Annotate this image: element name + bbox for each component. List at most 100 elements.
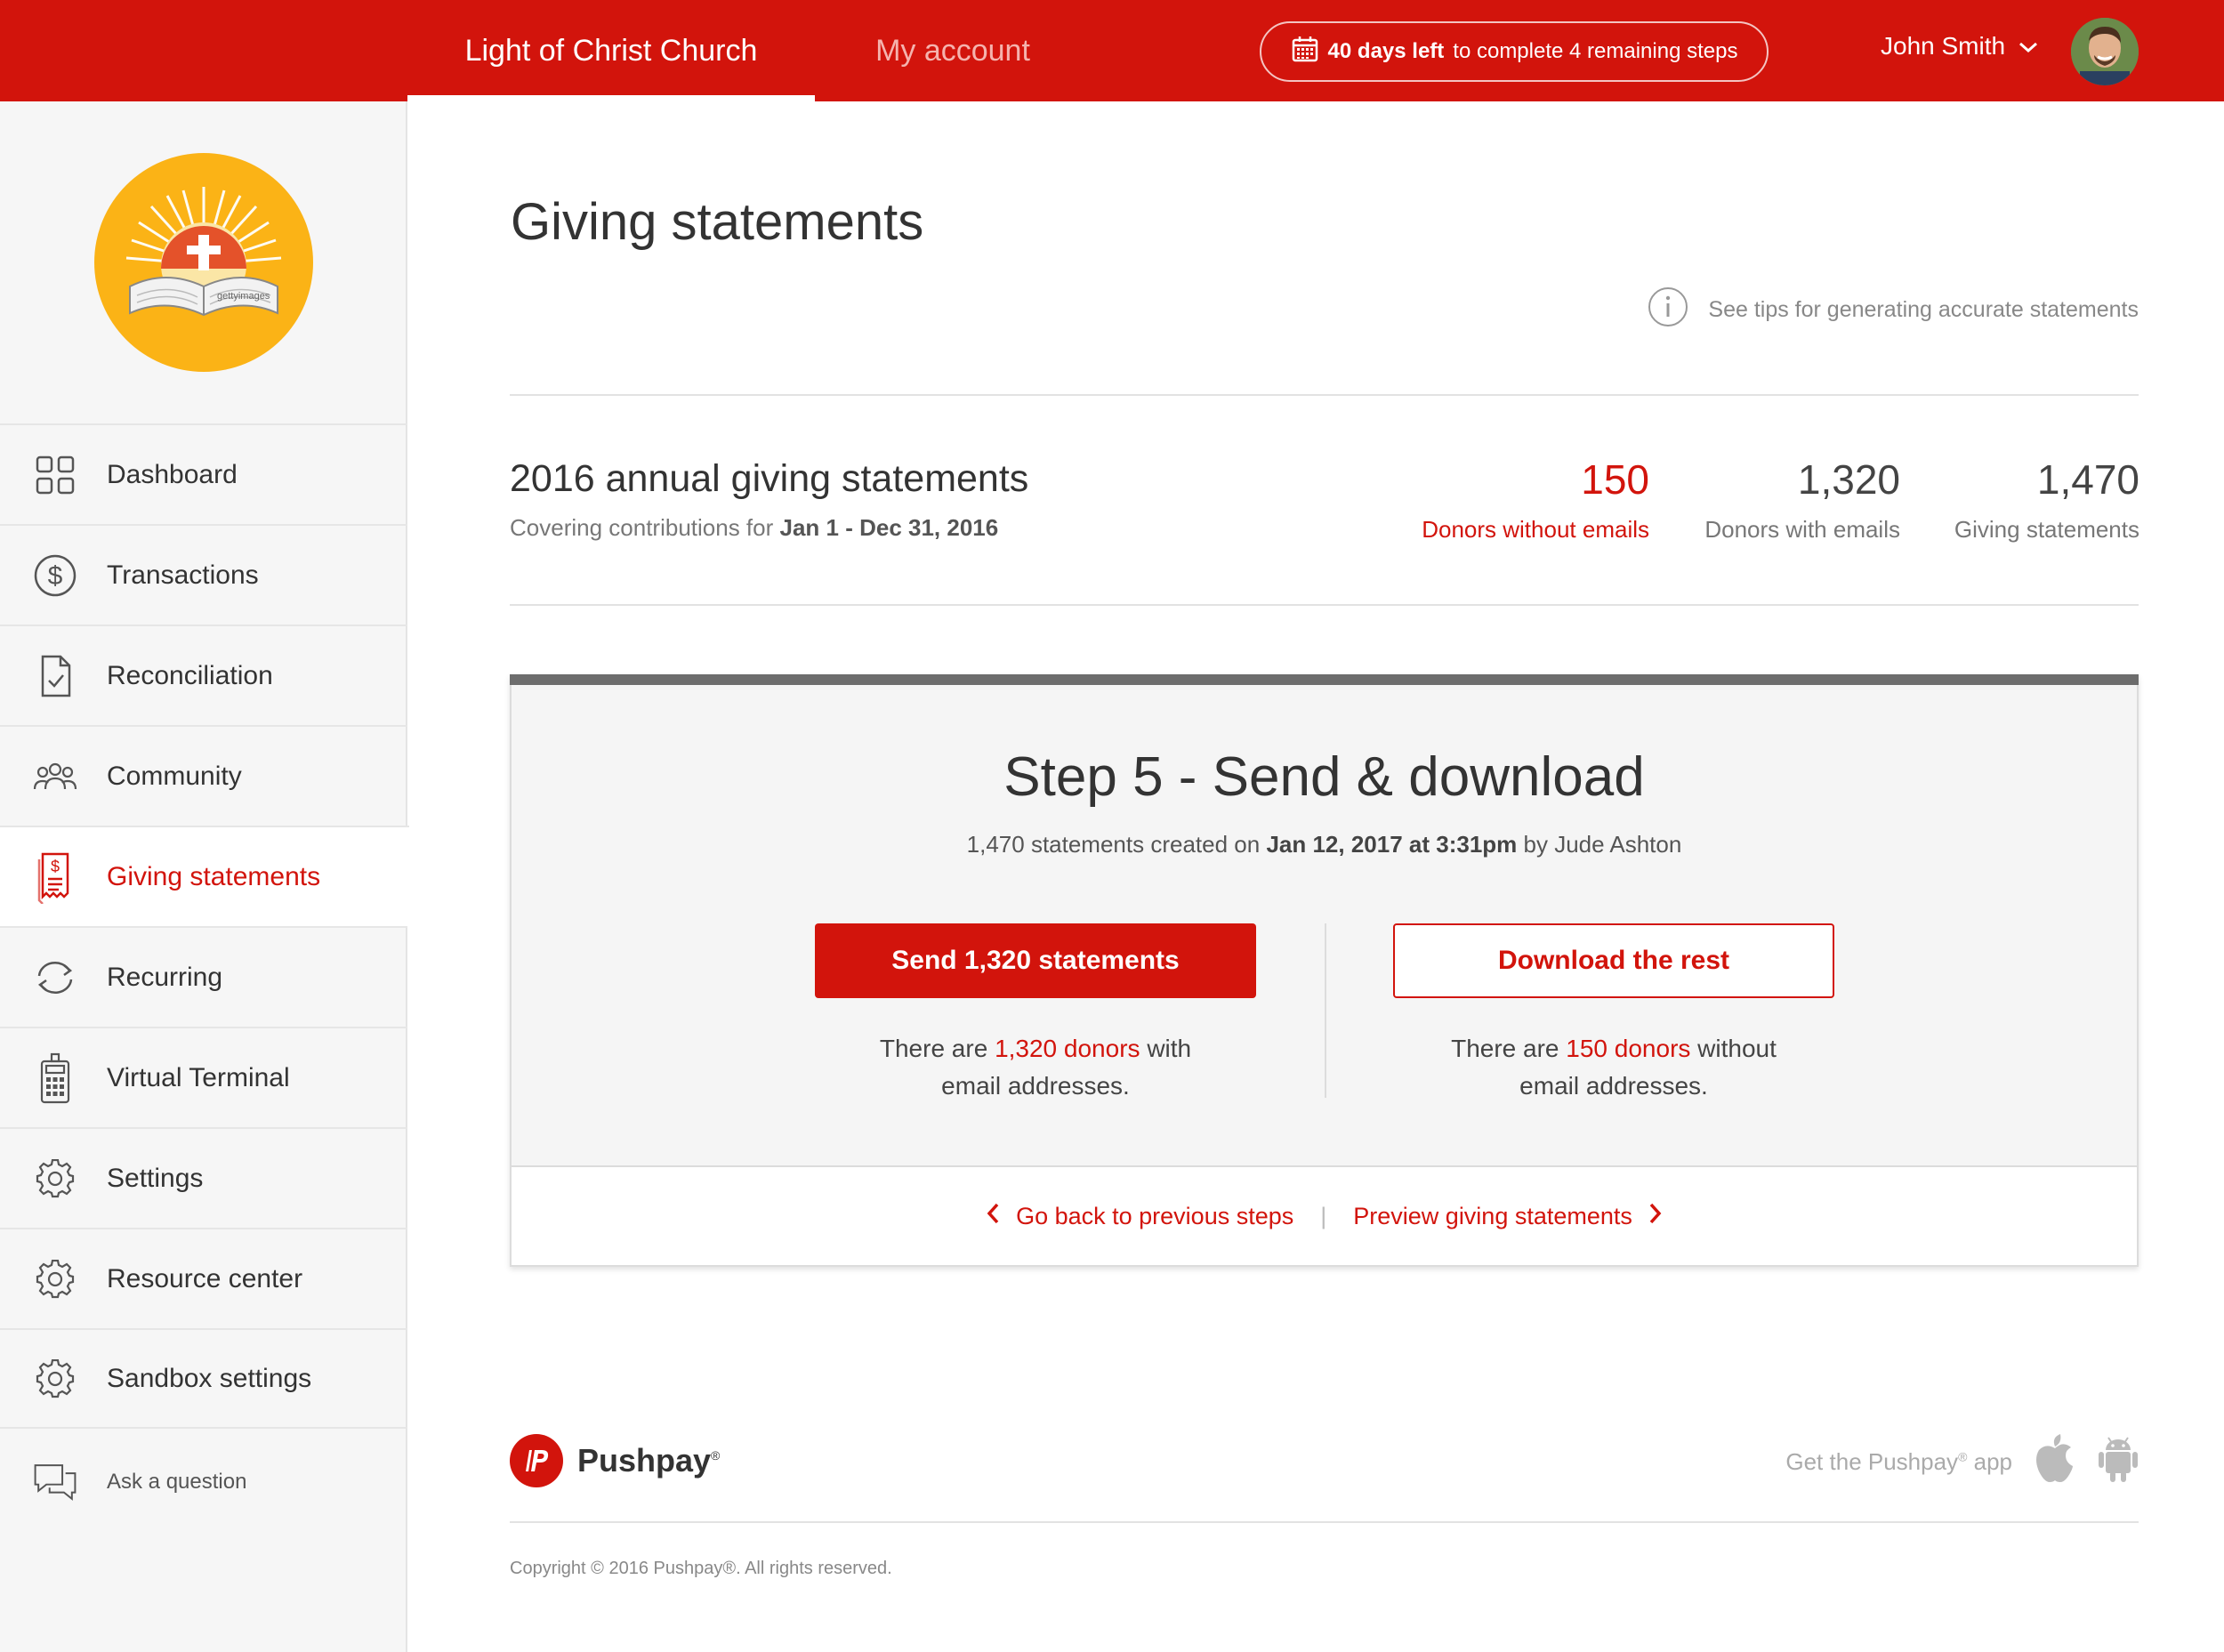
divider	[510, 394, 2139, 396]
apple-icon[interactable]	[2034, 1434, 2076, 1490]
stat-label: Donors with emails	[1704, 516, 1900, 543]
send-statements-button[interactable]: Send 1,320 statements	[815, 923, 1256, 998]
sidebar-item-reconciliation[interactable]: Reconciliation	[0, 625, 407, 725]
download-note-donors-link[interactable]: 150 donors	[1566, 1035, 1690, 1062]
pushpay-logo[interactable]: Pushpay®	[510, 1434, 720, 1487]
preview-link-label: Preview giving statements	[1353, 1202, 1632, 1229]
reg-mark: ®	[711, 1448, 721, 1463]
sidebar-item-virtual-terminal[interactable]: Virtual Terminal	[0, 1027, 407, 1127]
calendar-icon	[1291, 35, 1319, 69]
sidebar-item-recurring[interactable]: Recurring	[0, 926, 407, 1027]
stat-donors-without-emails: 150 Donors without emails	[1422, 455, 1649, 544]
days-left-banner[interactable]: 40 days left to complete 4 remaining ste…	[1260, 21, 1769, 82]
stat-donors-with-emails: 1,320 Donors with emails	[1704, 455, 1900, 544]
dollar-icon: $	[32, 552, 78, 599]
download-rest-button[interactable]: Download the rest	[1393, 923, 1834, 998]
footer-divider	[510, 1521, 2139, 1523]
sidebar-item-dashboard[interactable]: Dashboard	[0, 423, 407, 524]
sidebar-item-resource-center[interactable]: Resource center	[0, 1228, 407, 1328]
chevron-left-icon	[986, 1202, 1000, 1231]
covering-range: Jan 1 - Dec 31, 2016	[779, 514, 999, 541]
back-link-label: Go back to previous steps	[1016, 1202, 1294, 1229]
days-left-text: to complete 4 remaining steps	[1453, 39, 1738, 63]
user-menu[interactable]: John Smith	[1881, 32, 2039, 60]
page-title: Giving statements	[511, 193, 924, 251]
get-app-text: Get the Pushpay® app	[1785, 1448, 2012, 1476]
summary-covering: Covering contributions for Jan 1 - Dec 3…	[510, 514, 998, 542]
step-card-topbar	[510, 674, 2139, 685]
preview-link[interactable]: Preview giving statements	[1353, 1202, 1663, 1231]
document-check-icon	[32, 653, 78, 699]
sidebar-item-transactions[interactable]: $ Transactions	[0, 524, 407, 625]
pushpay-brand: Pushpay	[577, 1442, 712, 1479]
sidebar-item-label: Community	[107, 761, 242, 791]
download-note: There are 150 donors without email addre…	[1393, 1030, 1834, 1105]
chevron-right-icon	[1648, 1202, 1663, 1231]
info-icon	[1648, 286, 1688, 334]
gear-icon	[32, 1256, 78, 1302]
vertical-divider	[1325, 923, 1326, 1098]
send-note-donors-link[interactable]: 1,320 donors	[995, 1035, 1140, 1062]
grid-icon	[32, 452, 78, 498]
step-card: Step 5 - Send & download 1,470 statement…	[510, 674, 2139, 1267]
ask-question-label: Ask a question	[107, 1470, 247, 1494]
step-title: Step 5 - Send & download	[1003, 746, 1645, 808]
sidebar-item-label: Giving statements	[107, 861, 321, 891]
sidebar-item-settings[interactable]: Settings	[0, 1127, 407, 1228]
refresh-icon	[32, 955, 78, 1001]
terminal-icon	[32, 1052, 78, 1103]
top-navigation-bar: Light of Christ Church My account 40 day…	[0, 0, 2224, 101]
avatar[interactable]	[2071, 18, 2139, 85]
get-app-post: app	[1967, 1448, 2012, 1475]
created-date: Jan 12, 2017 at 3:31pm	[1266, 831, 1518, 858]
sidebar-item-label: Transactions	[107, 560, 259, 590]
stat-value: 1,320	[1797, 456, 1900, 503]
android-icon[interactable]	[2098, 1434, 2139, 1490]
sidebar-item-label: Recurring	[107, 962, 223, 992]
receipt-icon: $	[32, 852, 78, 904]
back-link[interactable]: Go back to previous steps	[986, 1202, 1293, 1231]
download-note-post: without	[1697, 1035, 1777, 1062]
divider	[510, 604, 2139, 606]
sidebar-item-label: Virtual Terminal	[107, 1062, 290, 1092]
sidebar-item-giving-statements[interactable]: $ Giving statements	[0, 826, 409, 926]
tab-my-account[interactable]: My account	[815, 0, 1091, 101]
sidebar-nav: Dashboard $ Transactions Reconciliation	[0, 423, 409, 1429]
send-note-pre: There are	[879, 1035, 988, 1062]
ask-question-link[interactable]: Ask a question	[32, 1459, 246, 1505]
people-icon	[32, 753, 78, 800]
gear-icon	[32, 1356, 78, 1402]
copyright-text: Copyright © 2016 Pushpay®. All rights re…	[510, 1559, 892, 1578]
sidebar-item-label: Settings	[107, 1163, 204, 1193]
pushpay-mark-icon	[510, 1434, 563, 1487]
sidebar-item-label: Resource center	[107, 1263, 303, 1293]
sidebar-item-sandbox-settings[interactable]: Sandbox settings	[0, 1328, 407, 1429]
stat-label: Donors without emails	[1422, 516, 1649, 543]
user-name: John Smith	[1881, 32, 2006, 60]
send-note: There are 1,320 donors with email addres…	[815, 1030, 1256, 1105]
stat-value: 1,470	[2036, 456, 2139, 503]
sidebar: gettyimages Dashboard $ Transactions Rec…	[0, 101, 409, 1652]
pushpay-wordmark: Pushpay®	[577, 1442, 720, 1479]
chat-bubbles-icon	[32, 1459, 78, 1505]
sidebar-item-label: Dashboard	[107, 459, 238, 489]
tips-link[interactable]: See tips for generating accurate stateme…	[1648, 286, 2139, 334]
gear-icon	[32, 1156, 78, 1202]
get-app-promo: Get the Pushpay® app	[1785, 1434, 2139, 1490]
summary-title: 2016 annual giving statements	[510, 457, 1029, 500]
tab-church[interactable]: Light of Christ Church	[407, 0, 815, 101]
sidebar-item-community[interactable]: Community	[0, 725, 407, 826]
stat-value: 150	[1581, 456, 1649, 503]
tab-church-label: Light of Christ Church	[464, 33, 758, 68]
sidebar-item-label: Sandbox settings	[107, 1363, 312, 1393]
sidebar-item-label: Reconciliation	[107, 660, 273, 690]
footer-separator: |	[1320, 1202, 1327, 1229]
days-left-count: 40 days left	[1327, 39, 1445, 63]
tips-text: See tips for generating accurate stateme…	[1708, 297, 2139, 322]
step-created-info: 1,470 statements created on Jan 12, 2017…	[512, 831, 2137, 858]
created-prefix: 1,470 statements created on	[966, 831, 1261, 858]
church-logo: gettyimages	[94, 153, 313, 372]
covering-prefix: Covering contributions for	[510, 514, 774, 541]
svg-text:$: $	[48, 561, 63, 591]
created-suffix: by Jude Ashton	[1523, 831, 1682, 858]
